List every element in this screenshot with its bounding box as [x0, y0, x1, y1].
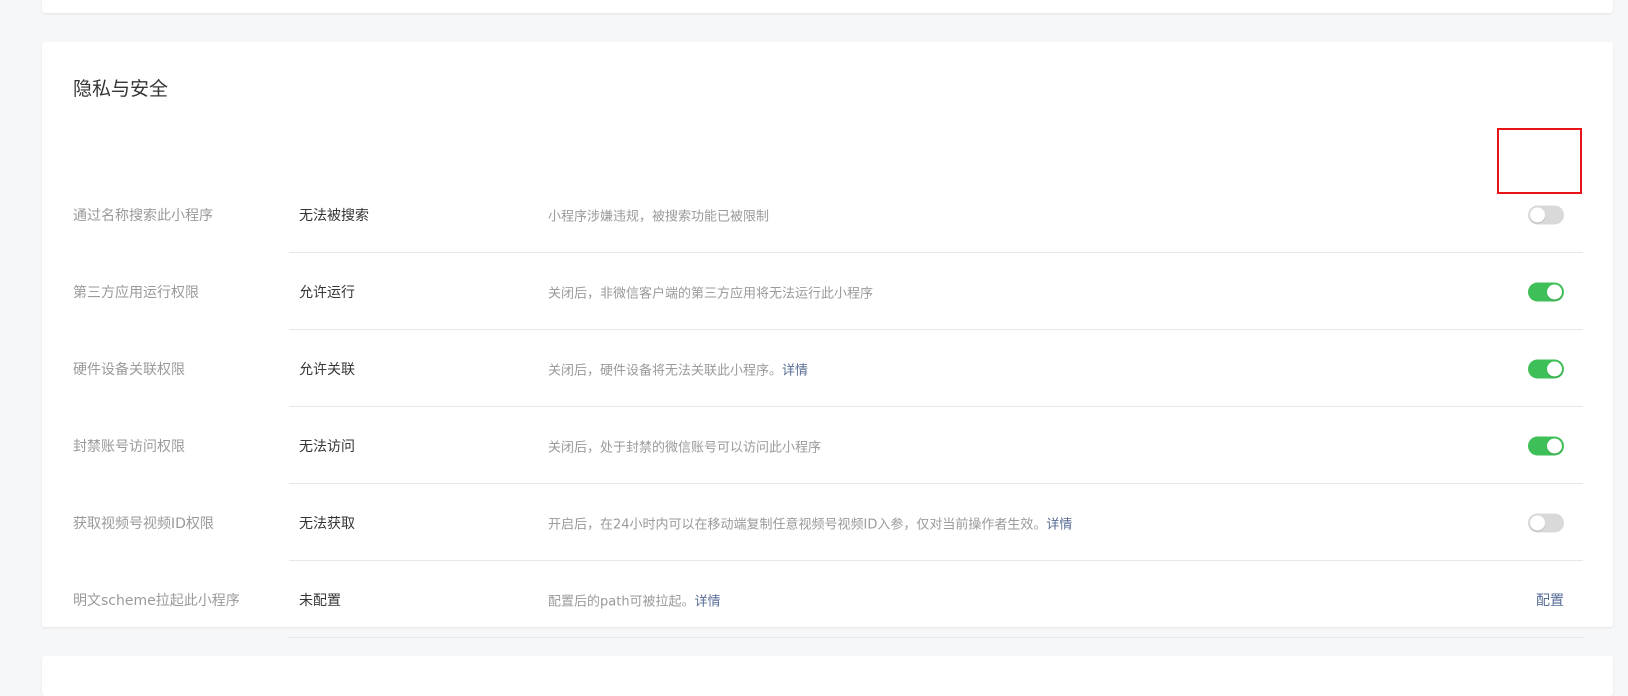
toggle-knob	[1547, 284, 1562, 299]
details-link[interactable]: 详情	[695, 594, 721, 609]
setting-description: 关闭后，硬件设备将无法关联此小程序。详情	[548, 363, 809, 378]
setting-status: 未配置	[299, 592, 341, 609]
setting-status: 无法访问	[299, 438, 355, 455]
setting-action	[1528, 436, 1564, 455]
setting-action: 配置	[1536, 590, 1564, 610]
details-link[interactable]: 详情	[782, 363, 808, 378]
setting-action	[1528, 359, 1564, 378]
setting-label: 获取视频号视频ID权限	[73, 515, 214, 532]
details-link[interactable]: 详情	[1046, 517, 1072, 532]
setting-description: 关闭后，处于封禁的微信账号可以访问此小程序	[548, 440, 822, 455]
setting-status: 无法获取	[299, 515, 355, 532]
toggle-knob	[1530, 515, 1545, 530]
previous-card	[42, 0, 1613, 13]
toggle-knob	[1530, 207, 1545, 222]
setting-action	[1528, 205, 1564, 224]
privacy-security-card: 隐私与安全 通过名称搜索此小程序 无法被搜索 小程序涉嫌违规，被搜索功能已被限制…	[42, 42, 1613, 638]
configure-link[interactable]: 配置	[1536, 593, 1564, 609]
setting-row-search-by-name: 通过名称搜索此小程序 无法被搜索 小程序涉嫌违规，被搜索功能已被限制	[42, 176, 1613, 253]
banned-account-access-toggle[interactable]	[1528, 436, 1564, 455]
setting-label: 第三方应用运行权限	[73, 284, 199, 301]
setting-description: 小程序涉嫌违规，被搜索功能已被限制	[548, 209, 770, 224]
setting-row-video-id: 获取视频号视频ID权限 无法获取 开启后，在24小时内可以在移动端复制任意视频号…	[42, 484, 1613, 561]
toggle-knob	[1547, 361, 1562, 376]
setting-description: 配置后的path可被拉起。详情	[548, 594, 721, 609]
setting-status: 无法被搜索	[299, 207, 369, 224]
third-party-run-toggle[interactable]	[1528, 282, 1564, 301]
setting-status: 允许关联	[299, 361, 355, 378]
setting-action	[1528, 282, 1564, 301]
hardware-link-toggle[interactable]	[1528, 359, 1564, 378]
section-title: 隐私与安全	[73, 78, 169, 100]
search-by-name-toggle[interactable]	[1528, 205, 1564, 224]
setting-label: 明文scheme拉起此小程序	[73, 592, 240, 609]
setting-description: 关闭后，非微信客户端的第三方应用将无法运行此小程序	[548, 286, 874, 301]
setting-row-scheme-launch: 明文scheme拉起此小程序 未配置 配置后的path可被拉起。详情 配置	[42, 561, 1613, 638]
setting-description: 开启后，在24小时内可以在移动端复制任意视频号视频ID入参，仅对当前操作者生效。…	[548, 517, 1073, 532]
next-card	[42, 656, 1613, 696]
video-id-toggle[interactable]	[1528, 513, 1564, 532]
settings-list: 通过名称搜索此小程序 无法被搜索 小程序涉嫌违规，被搜索功能已被限制 第三方应用…	[42, 176, 1613, 638]
toggle-knob	[1547, 438, 1562, 453]
setting-row-third-party-run: 第三方应用运行权限 允许运行 关闭后，非微信客户端的第三方应用将无法运行此小程序	[42, 253, 1613, 330]
setting-status: 允许运行	[299, 284, 355, 301]
setting-label: 封禁账号访问权限	[73, 438, 185, 455]
setting-label: 通过名称搜索此小程序	[73, 207, 213, 224]
setting-row-banned-account-access: 封禁账号访问权限 无法访问 关闭后，处于封禁的微信账号可以访问此小程序	[42, 407, 1613, 484]
setting-row-hardware-link: 硬件设备关联权限 允许关联 关闭后，硬件设备将无法关联此小程序。详情	[42, 330, 1613, 407]
setting-label: 硬件设备关联权限	[73, 361, 185, 378]
setting-action	[1528, 513, 1564, 532]
